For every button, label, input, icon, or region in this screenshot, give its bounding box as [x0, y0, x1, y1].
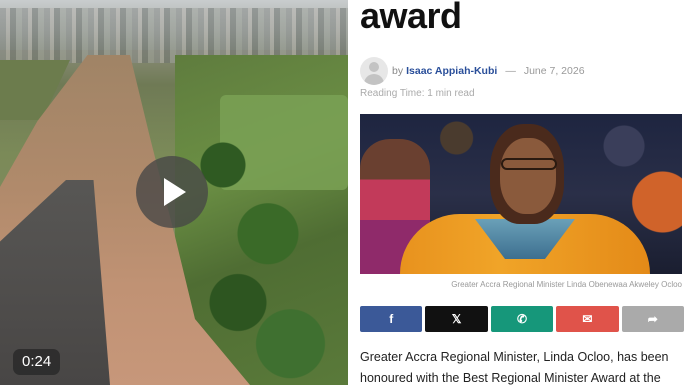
facebook-icon: f [389, 312, 394, 326]
share-icon: ➦ [647, 312, 658, 326]
article-panel: award by Isaac Appiah-Kubi — June 7, 202… [348, 0, 696, 385]
photo-minister-face [500, 138, 556, 214]
author-avatar-icon [360, 57, 388, 85]
video-player[interactable]: 0:24 [0, 0, 348, 385]
email-share-button[interactable]: ✉ [556, 306, 619, 332]
publish-date: June 7, 2026 [523, 65, 585, 77]
x-share-button[interactable]: 𝕏 [425, 306, 488, 332]
byline-separator: — [505, 65, 516, 77]
share-button[interactable]: ➦ [621, 306, 685, 332]
email-icon: ✉ [582, 312, 593, 326]
byline-prefix: by [392, 65, 404, 77]
author-link[interactable]: Isaac Appiah-Kubi [406, 65, 497, 77]
x-icon: 𝕏 [451, 312, 462, 326]
reading-time: Reading Time: 1 min read [360, 88, 475, 99]
photo-caption: Greater Accra Regional Minister Linda Ob… [451, 280, 682, 289]
share-bar: f 𝕏 ✆ ✉ ➦ [360, 306, 685, 332]
play-icon[interactable] [136, 156, 208, 228]
article-body: Greater Accra Regional Minister, Linda O… [360, 350, 669, 385]
whatsapp-icon: ✆ [516, 312, 528, 326]
byline: by Isaac Appiah-Kubi — June 7, 2026 [360, 57, 585, 85]
facebook-share-button[interactable]: f [360, 306, 423, 332]
whatsapp-share-button[interactable]: ✆ [490, 306, 554, 332]
article-photo [360, 114, 682, 274]
article-headline: award [360, 0, 462, 36]
video-duration: 0:24 [13, 349, 61, 375]
photo-minister-glasses [501, 158, 557, 170]
